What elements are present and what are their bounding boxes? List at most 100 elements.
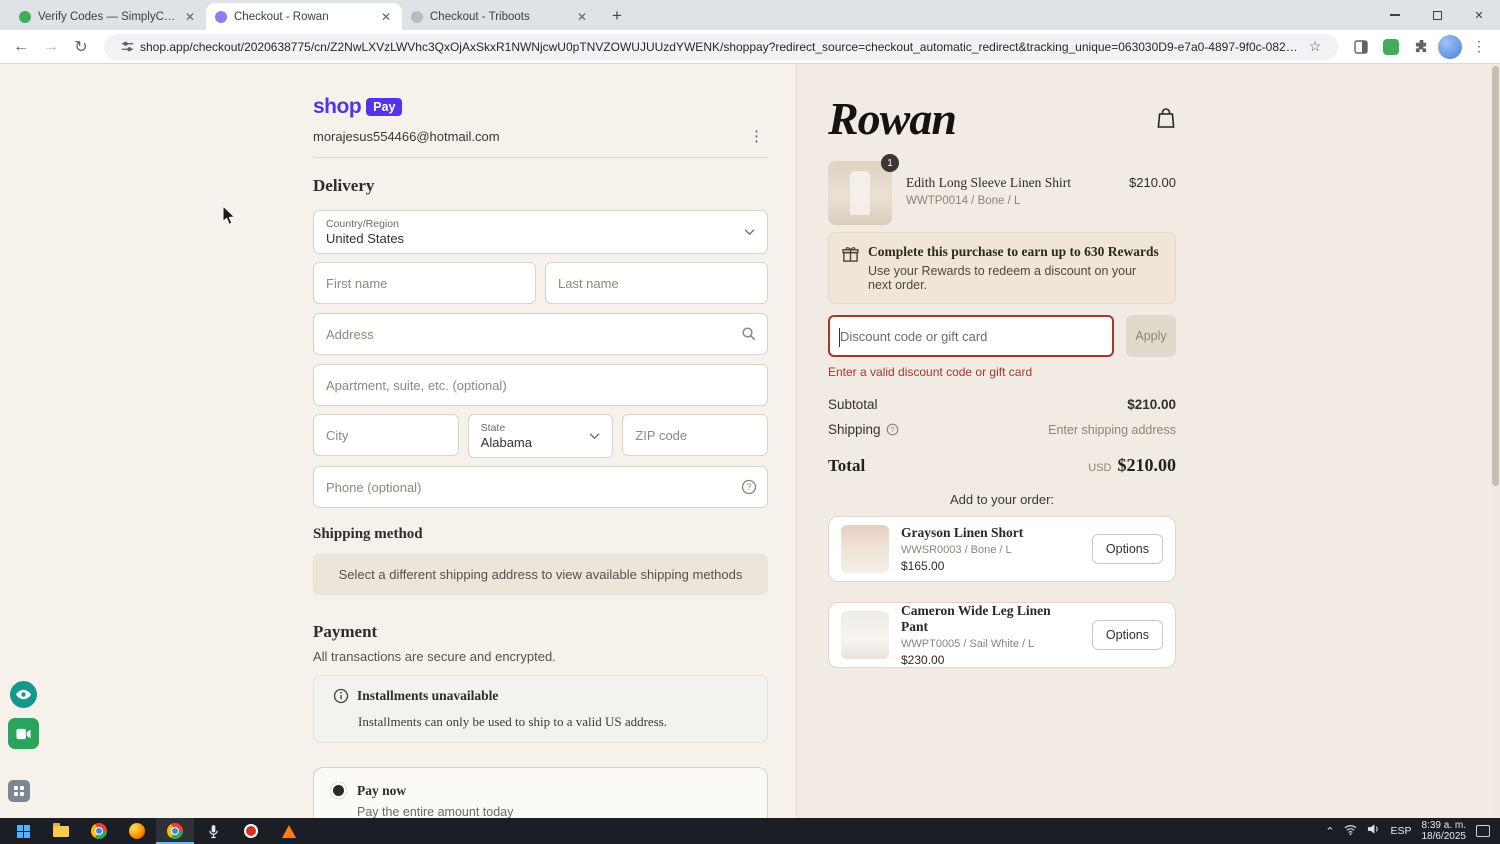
help-icon[interactable]: ? xyxy=(741,479,757,495)
vlc-icon[interactable] xyxy=(270,818,308,844)
subtotal-label: Subtotal xyxy=(828,397,878,412)
last-name-field[interactable] xyxy=(545,262,768,304)
payment-method-box: Pay now Pay the entire amount today xyxy=(313,767,768,818)
chrome-active-icon[interactable] xyxy=(156,818,194,844)
discount-error-text: Enter a valid discount code or gift card xyxy=(828,365,1033,379)
installments-notice: Installments unavailable Installments ca… xyxy=(313,675,768,743)
product-variant: WWTP0014 / Bone / L xyxy=(906,195,1021,207)
addon-product-name: Grayson Linen Short xyxy=(901,525,1024,540)
browser-tab-active[interactable]: Checkout - Rowan ✕ xyxy=(206,3,402,30)
state-label: State xyxy=(480,421,506,434)
forward-icon[interactable]: → xyxy=(38,34,64,60)
pay-now-radio[interactable] xyxy=(330,782,347,799)
last-name-input[interactable] xyxy=(558,275,755,291)
subtotal-value: $210.00 xyxy=(1127,397,1176,412)
file-explorer-icon[interactable] xyxy=(42,818,80,844)
floating-capture-widget[interactable] xyxy=(8,718,39,749)
discount-input[interactable] xyxy=(840,328,1102,344)
bookmark-star-icon[interactable]: ☆ xyxy=(1302,34,1328,60)
browser-tab-strip: Verify Codes — SimplyCodes ✕ Checkout - … xyxy=(0,0,1500,30)
shipping-help-icon[interactable]: ? xyxy=(886,423,899,436)
text-caret xyxy=(839,328,840,347)
volume-icon[interactable] xyxy=(1367,822,1380,840)
apply-button[interactable]: Apply xyxy=(1126,315,1176,357)
floating-eye-widget[interactable] xyxy=(10,681,37,708)
discount-field[interactable] xyxy=(828,315,1114,357)
recorder-icon[interactable] xyxy=(232,818,270,844)
chrome-icon[interactable] xyxy=(80,818,118,844)
installments-title: Installments unavailable xyxy=(357,688,499,703)
address-input[interactable] xyxy=(326,326,755,342)
extensions-puzzle-icon[interactable] xyxy=(1408,34,1434,60)
state-select[interactable]: State Alabama xyxy=(467,414,614,458)
network-icon[interactable] xyxy=(1344,822,1357,840)
taskbar-clock[interactable]: 8:39 a. m. 18/6/2025 xyxy=(1422,820,1467,842)
address-bar[interactable]: shop.app/checkout/2020638775/cn/Z2NwLXVz… xyxy=(104,33,1338,60)
scrollbar-thumb[interactable] xyxy=(1492,66,1499,486)
mouse-cursor xyxy=(222,204,237,231)
apartment-field[interactable] xyxy=(313,364,768,406)
triboots-favicon xyxy=(411,10,423,23)
tray-chevron-icon[interactable]: ⌃ xyxy=(1325,825,1334,838)
zip-field[interactable] xyxy=(622,414,769,456)
floating-grid-widget[interactable] xyxy=(8,780,30,802)
site-info-icon[interactable] xyxy=(114,34,140,60)
phone-input[interactable] xyxy=(326,479,755,495)
checkout-main-column: shop Pay morajesus554466@hotmail.com ⋮ D… xyxy=(313,64,769,818)
date-text: 18/6/2025 xyxy=(1421,831,1467,842)
apartment-input[interactable] xyxy=(326,377,755,393)
first-name-input[interactable] xyxy=(326,275,523,291)
page-scrollbar[interactable] xyxy=(1491,64,1500,818)
city-input[interactable] xyxy=(326,427,446,443)
tab-close-icon[interactable]: ✕ xyxy=(183,10,197,24)
tab-close-icon[interactable]: ✕ xyxy=(379,10,393,24)
shipping-label: Shipping xyxy=(828,422,881,437)
profile-avatar[interactable] xyxy=(1438,34,1462,59)
quantity-badge: 1 xyxy=(881,154,899,172)
state-value: Alabama xyxy=(480,434,532,450)
addon-product-image xyxy=(841,611,889,659)
address-field[interactable] xyxy=(313,313,768,355)
rewards-banner: Complete this purchase to earn up to 630… xyxy=(828,232,1176,304)
start-button[interactable] xyxy=(4,818,42,844)
microphone-icon[interactable] xyxy=(194,818,232,844)
firefox-icon[interactable] xyxy=(118,818,156,844)
installments-body: Installments can only be used to ship to… xyxy=(358,714,668,729)
addon-card: Grayson Linen Short WWSR0003 / Bone / L … xyxy=(828,516,1176,582)
phone-field[interactable]: ? xyxy=(313,466,768,508)
simplycodes-extension-icon[interactable] xyxy=(1378,34,1404,60)
search-icon xyxy=(741,326,757,342)
cart-icon[interactable] xyxy=(1156,107,1176,134)
browser-menu-icon[interactable]: ⋮ xyxy=(1466,34,1492,60)
product-price: $210.00 xyxy=(1129,175,1176,190)
close-button[interactable]: ✕ xyxy=(1458,0,1500,30)
notification-center-icon[interactable] xyxy=(1476,825,1490,837)
tab-title: Checkout - Rowan xyxy=(234,10,329,23)
minimize-button[interactable] xyxy=(1374,0,1416,30)
language-indicator[interactable]: ESP xyxy=(1390,825,1411,837)
windows-taskbar: ⌃ ESP 8:39 a. m. 18/6/2025 xyxy=(0,818,1500,844)
country-select[interactable]: Country/Region United States xyxy=(313,210,768,254)
side-panel-icon[interactable] xyxy=(1348,34,1374,60)
options-button[interactable]: Options xyxy=(1091,620,1163,650)
country-label: Country/Region xyxy=(326,217,399,230)
browser-toolbar: ← → ↻ shop.app/checkout/2020638775/cn/Z2… xyxy=(0,30,1500,64)
window-controls: ✕ xyxy=(1374,0,1500,30)
gift-icon xyxy=(842,244,859,292)
email-menu-icon[interactable]: ⋮ xyxy=(745,127,768,145)
back-icon[interactable]: ← xyxy=(8,34,34,60)
first-name-field[interactable] xyxy=(313,262,536,304)
options-button[interactable]: Options xyxy=(1091,534,1163,564)
browser-tab[interactable]: Checkout - Triboots ✕ xyxy=(402,3,598,30)
city-field[interactable] xyxy=(313,414,459,456)
browser-tab[interactable]: Verify Codes — SimplyCodes ✕ xyxy=(10,3,206,30)
refresh-icon[interactable]: ↻ xyxy=(68,34,94,60)
shipping-method-heading: Shipping method xyxy=(313,526,423,542)
tab-close-icon[interactable]: ✕ xyxy=(575,10,589,24)
store-logo: Rowan xyxy=(828,93,957,144)
addon-product-variant: WWSR0003 / Bone / L xyxy=(901,544,1012,556)
zip-input[interactable] xyxy=(635,427,756,443)
new-tab-button[interactable]: + xyxy=(604,3,630,29)
maximize-button[interactable] xyxy=(1416,0,1458,30)
pay-now-subtext: Pay the entire amount today xyxy=(357,805,514,818)
